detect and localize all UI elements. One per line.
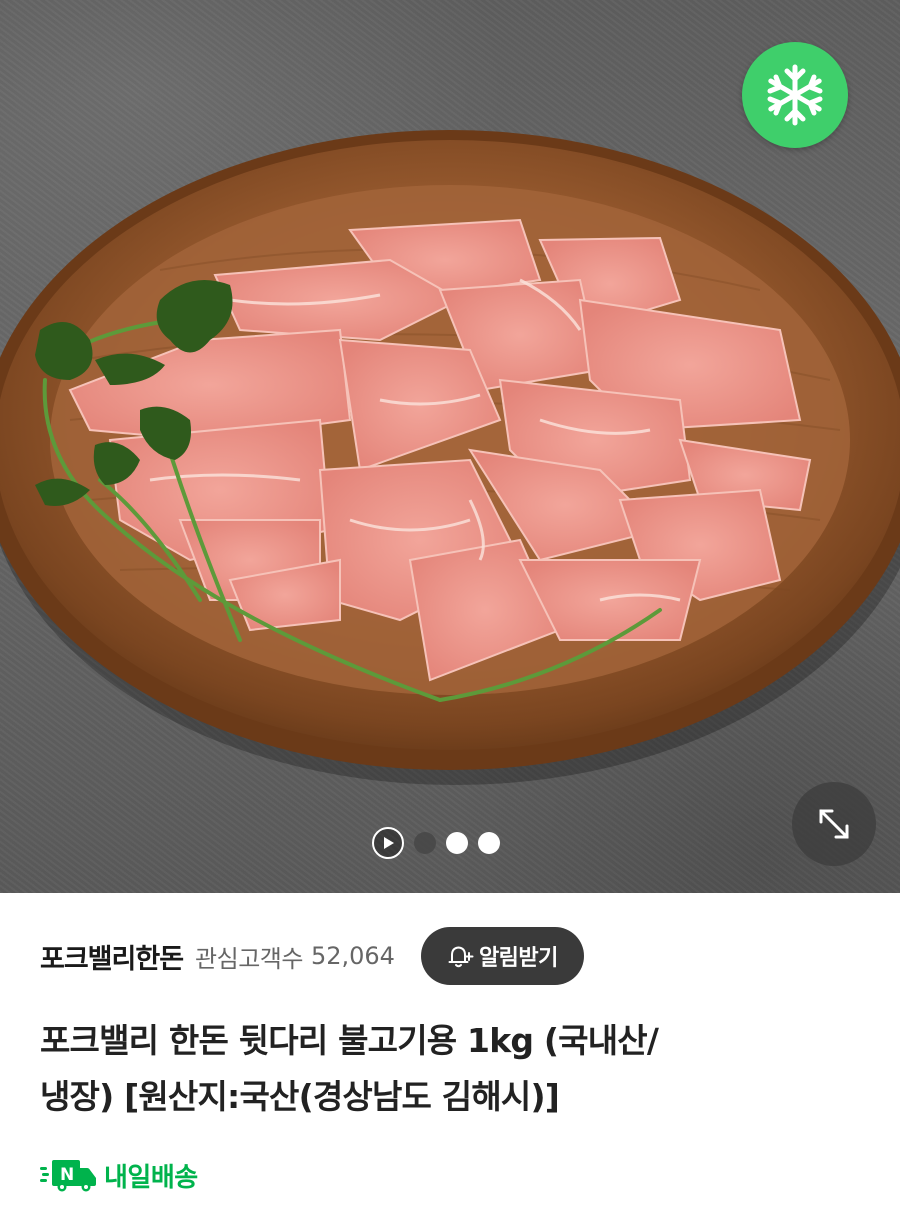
product-image-carousel[interactable] (0, 0, 900, 893)
interest-customers-count: 52,064 (310, 942, 395, 970)
store-row: 포크밸리한돈 관심고객수 52,064 알림받기 (40, 927, 584, 985)
product-title-line: 냉장) [원산지:국산(경상남도 김해시)] (40, 1077, 560, 1116)
notification-subscribe-button[interactable]: 알림받기 (420, 927, 584, 985)
notification-subscribe-label: 알림받기 (478, 946, 558, 971)
product-info-section: 포크밸리한돈 관심고객수 52,064 알림받기 포크밸리 한돈 뒷다리 불고기… (0, 893, 900, 1216)
carousel-indicator-dot[interactable] (478, 832, 500, 854)
snowflake-icon (767, 64, 823, 126)
play-icon (384, 837, 394, 849)
store-name-link[interactable]: 포크밸리한돈 (40, 937, 184, 976)
svg-text:N: N (60, 1165, 74, 1185)
delivery-truck-n-icon: N (40, 1160, 96, 1192)
frozen-badge (742, 42, 848, 148)
bell-plus-icon (448, 946, 474, 968)
delivery-label: 내일배송 (104, 1162, 198, 1193)
product-title: 포크밸리 한돈 뒷다리 불고기용 1kg (국내산/ 냉장) [원산지:국산(경… (40, 1013, 860, 1125)
delivery-badge: N 내일배송 (40, 1155, 198, 1195)
carousel-indicator-dot[interactable] (446, 832, 468, 854)
carousel-indicator-dot[interactable] (414, 832, 436, 854)
expand-image-button[interactable] (792, 782, 876, 866)
product-title-line: 포크밸리 한돈 뒷다리 불고기용 1kg (국내산/ (40, 1021, 659, 1060)
carousel-indicator-video[interactable] (372, 827, 404, 859)
interest-customers-label: 관심고객수 (195, 944, 303, 973)
expand-arrows-icon (819, 809, 849, 839)
carousel-indicators (372, 826, 500, 860)
